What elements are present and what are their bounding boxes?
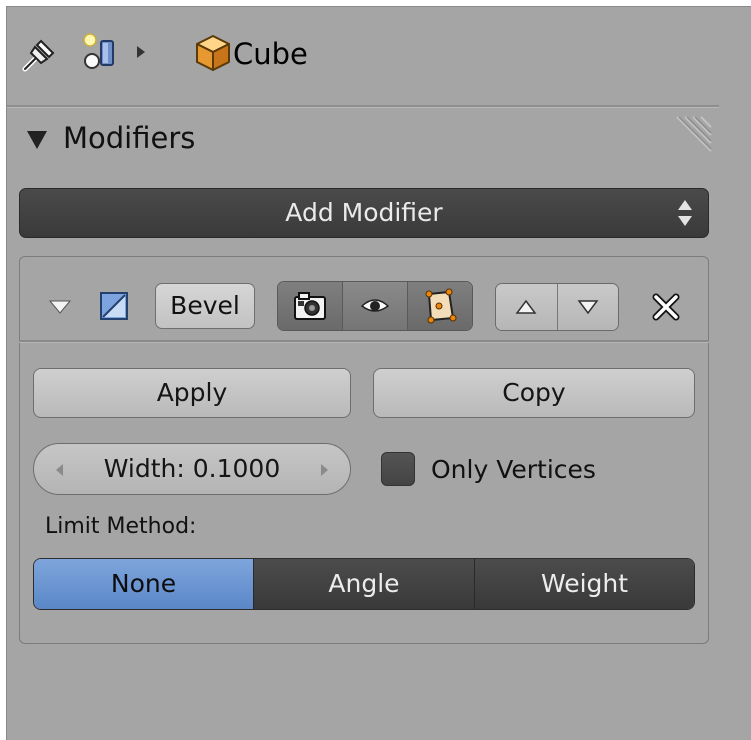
- render-toggle-button[interactable]: [278, 282, 343, 330]
- modifier-name-field[interactable]: Bevel: [155, 283, 255, 329]
- editmode-icon: [425, 288, 457, 324]
- decrement-arrow-icon[interactable]: [54, 462, 64, 478]
- breadcrumb-arrow-icon: [137, 46, 145, 58]
- scene-icon[interactable]: [81, 31, 121, 75]
- copy-button[interactable]: Copy: [373, 368, 695, 418]
- camera-render-icon: [294, 292, 326, 320]
- modifier-header-divider: [19, 340, 709, 343]
- breadcrumb: Cube: [7, 7, 751, 105]
- limit-method-label: Limit Method:: [45, 514, 197, 539]
- cube-icon: [196, 35, 230, 71]
- header-divider: [7, 105, 719, 108]
- apply-button[interactable]: Apply: [33, 368, 351, 418]
- dropdown-updown-icon: [678, 200, 692, 226]
- limit-method-none[interactable]: None: [34, 559, 254, 609]
- bevel-modifier-icon: [100, 292, 128, 320]
- width-value: Width: 0.1000: [103, 454, 281, 483]
- width-number-field[interactable]: Width: 0.1000: [33, 443, 351, 495]
- add-modifier-dropdown[interactable]: Add Modifier: [19, 188, 709, 238]
- modifier-expand-icon[interactable]: [49, 299, 71, 315]
- editmode-toggle-button[interactable]: [408, 282, 472, 330]
- only-vertices-label[interactable]: Only Vertices: [431, 453, 596, 487]
- panel-title[interactable]: Modifiers: [63, 120, 195, 156]
- viewport-toggle-button[interactable]: [343, 282, 408, 330]
- move-up-button[interactable]: [496, 284, 558, 330]
- limit-method-weight[interactable]: Weight: [475, 559, 694, 609]
- eye-view-icon: [360, 299, 390, 312]
- pin-icon[interactable]: [21, 33, 61, 73]
- panel-collapse-icon[interactable]: [25, 129, 49, 151]
- only-vertices-checkbox[interactable]: [381, 452, 415, 486]
- add-modifier-label: Add Modifier: [285, 198, 443, 227]
- panel-drag-grip-icon[interactable]: [663, 113, 715, 161]
- object-name: Cube: [233, 37, 308, 71]
- limit-method-selector: None Angle Weight: [33, 558, 695, 610]
- modifier-move-buttons: [495, 283, 619, 331]
- move-down-icon: [577, 300, 599, 315]
- limit-method-angle[interactable]: Angle: [254, 559, 475, 609]
- properties-editor: Cube Modifiers Add Modifier Bevel Apply …: [6, 6, 751, 740]
- modifier-visibility-toggles: [277, 281, 473, 331]
- close-icon[interactable]: [651, 292, 681, 322]
- increment-arrow-icon[interactable]: [320, 462, 330, 478]
- move-down-button[interactable]: [557, 284, 618, 330]
- move-up-icon: [515, 299, 537, 314]
